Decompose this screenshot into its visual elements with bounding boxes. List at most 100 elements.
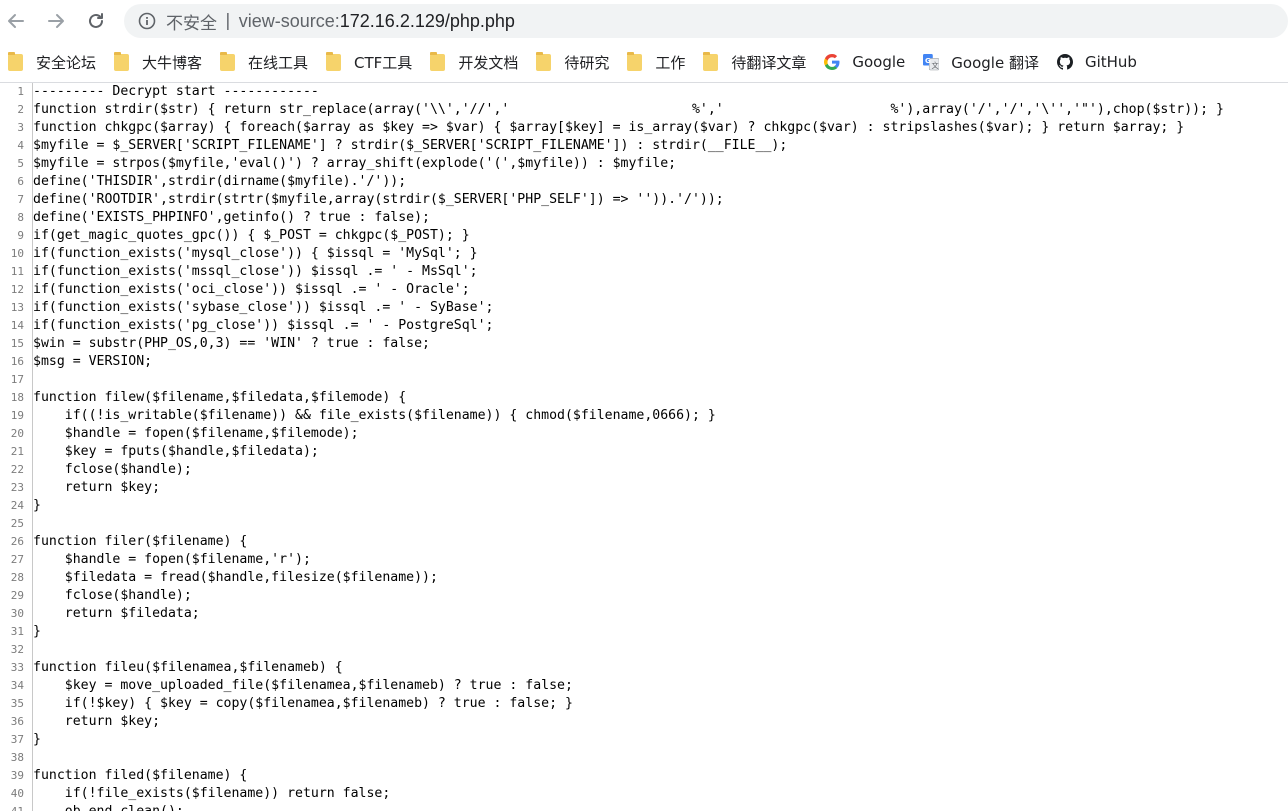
folder-icon xyxy=(536,51,552,71)
bookmark-label: 待翻译文章 xyxy=(731,53,807,72)
line-code: $key = fputs($handle,$filedata); xyxy=(33,444,319,459)
line-code: if(function_exists('mssql_close')) $issq… xyxy=(33,264,478,279)
bookmark-label: 待研究 xyxy=(564,53,610,72)
line-code: fclose($handle); xyxy=(33,462,192,477)
line-number: 17 xyxy=(0,371,33,389)
source-line: 13 if(function_exists('sybase_close')) $i… xyxy=(0,299,1288,317)
source-line: 3 function chkgpc($array) { foreach($arra… xyxy=(0,119,1288,137)
source-line: 39 function filed($filename) { xyxy=(0,767,1288,785)
source-line: 34 $key = move_uploaded_file($filenamea,… xyxy=(0,677,1288,695)
source-line: 26 function filer($filename) { xyxy=(0,533,1288,551)
line-code: return $filedata; xyxy=(33,606,200,621)
line-code: function strdir($str) { return str_repla… xyxy=(33,102,1224,117)
line-number: 4 xyxy=(0,137,33,155)
line-code: $handle = fopen($filename,$filemode); xyxy=(33,426,359,441)
source-line: 9 if(get_magic_quotes_gpc()) { $_POST = c… xyxy=(0,227,1288,245)
line-number: 6 xyxy=(0,173,33,191)
line-number: 20 xyxy=(0,425,33,443)
line-number: 36 xyxy=(0,713,33,731)
source-line: 41 ob_end_clean(); xyxy=(0,803,1288,811)
source-line: 2 function strdir($str) { return str_repl… xyxy=(0,101,1288,119)
info-icon[interactable] xyxy=(138,12,156,30)
bookmark-folder-dev-docs[interactable]: 开发文档 xyxy=(424,48,524,76)
svg-text:G: G xyxy=(925,56,931,65)
line-number: 38 xyxy=(0,749,33,767)
bookmark-folder-online-tools[interactable]: 在线工具 xyxy=(214,48,314,76)
line-number: 5 xyxy=(0,155,33,173)
line-code: $key = move_uploaded_file($filenamea,$fi… xyxy=(33,678,573,693)
source-line: 7 define('ROOTDIR',strdir(strtr($myfile,a… xyxy=(0,191,1288,209)
source-line: 6 define('THISDIR',strdir(dirname($myfile… xyxy=(0,173,1288,191)
bookmarks-bar: 安全论坛 大牛博客 在线工具 CTF工具 开发文档 待研究 工作 待翻译文章 G… xyxy=(0,42,1288,83)
bookmark-folder-blogs[interactable]: 大牛博客 xyxy=(108,48,208,76)
source-line: 33 function fileu($filenamea,$filenameb) … xyxy=(0,659,1288,677)
line-code: $handle = fopen($filename,'r'); xyxy=(33,552,311,567)
line-number: 18 xyxy=(0,389,33,407)
line-number: 14 xyxy=(0,317,33,335)
line-number: 29 xyxy=(0,587,33,605)
bookmark-label: 工作 xyxy=(655,53,686,72)
folder-icon xyxy=(326,51,342,71)
line-code: fclose($handle); xyxy=(33,588,192,603)
address-bar[interactable]: 不安全 | view-source:172.16.2.129/php.php xyxy=(124,4,1288,38)
bookmark-google-translate[interactable]: G 文 Google 翻译 xyxy=(917,48,1045,76)
url-scheme: view-source: xyxy=(238,10,340,31)
line-code: --------- Decrypt start ------------ xyxy=(33,84,319,99)
source-line: 11 if(function_exists('mssql_close')) $is… xyxy=(0,263,1288,281)
line-code: } xyxy=(33,624,41,639)
bookmark-folder-work[interactable]: 工作 xyxy=(621,48,691,76)
source-line: 21 $key = fputs($handle,$filedata); xyxy=(0,443,1288,461)
bookmark-label: Google xyxy=(852,53,906,71)
line-code: if(function_exists('sybase_close')) $iss… xyxy=(33,300,494,315)
line-code: function chkgpc($array) { foreach($array… xyxy=(33,120,1185,135)
line-code: ob_end_clean(); xyxy=(33,803,184,811)
source-line: 32 xyxy=(0,641,1288,659)
bookmark-folder-to-translate[interactable]: 待翻译文章 xyxy=(697,48,812,76)
line-code: function filew($filename,$filedata,$file… xyxy=(33,390,407,405)
source-line: 4 $myfile = $_SERVER['SCRIPT_FILENAME'] ?… xyxy=(0,137,1288,155)
source-line: 23 return $key; xyxy=(0,479,1288,497)
bookmark-folder-security-forum[interactable]: 安全论坛 xyxy=(2,48,102,76)
line-number: 25 xyxy=(0,515,33,533)
line-code: function filer($filename) { xyxy=(33,534,248,549)
arrow-right-icon[interactable] xyxy=(44,9,68,33)
folder-icon xyxy=(8,51,24,71)
url-text[interactable]: view-source:172.16.2.129/php.php xyxy=(239,11,515,32)
bookmark-label: 大牛博客 xyxy=(142,53,203,72)
line-number: 21 xyxy=(0,443,33,461)
bookmark-github[interactable]: GitHub xyxy=(1051,48,1143,76)
line-code: } xyxy=(33,732,41,747)
source-line: 28 $filedata = fread($handle,filesize($f… xyxy=(0,569,1288,587)
line-number: 10 xyxy=(0,245,33,263)
line-code: $win = substr(PHP_OS,0,3) == 'WIN' ? tru… xyxy=(33,336,430,351)
bookmark-google[interactable]: Google xyxy=(818,48,911,76)
source-line: 14 if(function_exists('pg_close')) $issql… xyxy=(0,317,1288,335)
line-code: $msg = VERSION; xyxy=(33,354,153,369)
url-host: 172.16.2.129/php.php xyxy=(339,10,515,31)
line-number: 41 xyxy=(0,803,33,811)
line-code: $myfile = $_SERVER['SCRIPT_FILENAME'] ? … xyxy=(33,138,788,153)
source-line: 37} xyxy=(0,731,1288,749)
line-code: return $key; xyxy=(33,480,161,495)
arrow-left-icon[interactable] xyxy=(4,9,28,33)
line-number: 35 xyxy=(0,695,33,713)
bookmark-label: 开发文档 xyxy=(458,53,519,72)
browser-toolbar: 不安全 | view-source:172.16.2.129/php.php xyxy=(0,0,1288,42)
view-source-content: 1 --------- Decrypt start ------------ 2 fu… xyxy=(0,83,1288,811)
line-number: 37 xyxy=(0,731,33,749)
source-line: 16 $msg = VERSION; xyxy=(0,353,1288,371)
reload-icon[interactable] xyxy=(84,9,108,33)
line-number: 39 xyxy=(0,767,33,785)
line-code: if(function_exists('oci_close')) $issql … xyxy=(33,282,470,297)
line-code: $filedata = fread($handle,filesize($file… xyxy=(33,570,438,585)
line-code: if(!$key) { $key = copy($filenamea,$file… xyxy=(33,696,573,711)
line-number: 9 xyxy=(0,227,33,245)
line-code: if(function_exists('mysql_close')) { $is… xyxy=(33,246,478,261)
line-number: 33 xyxy=(0,659,33,677)
line-code: define('ROOTDIR',strdir(strtr($myfile,ar… xyxy=(33,192,724,207)
line-number: 7 xyxy=(0,191,33,209)
bookmark-folder-to-research[interactable]: 待研究 xyxy=(530,48,615,76)
separator: | xyxy=(225,11,231,31)
source-line: 36 return $key; xyxy=(0,713,1288,731)
bookmark-folder-ctf-tools[interactable]: CTF工具 xyxy=(320,48,418,76)
